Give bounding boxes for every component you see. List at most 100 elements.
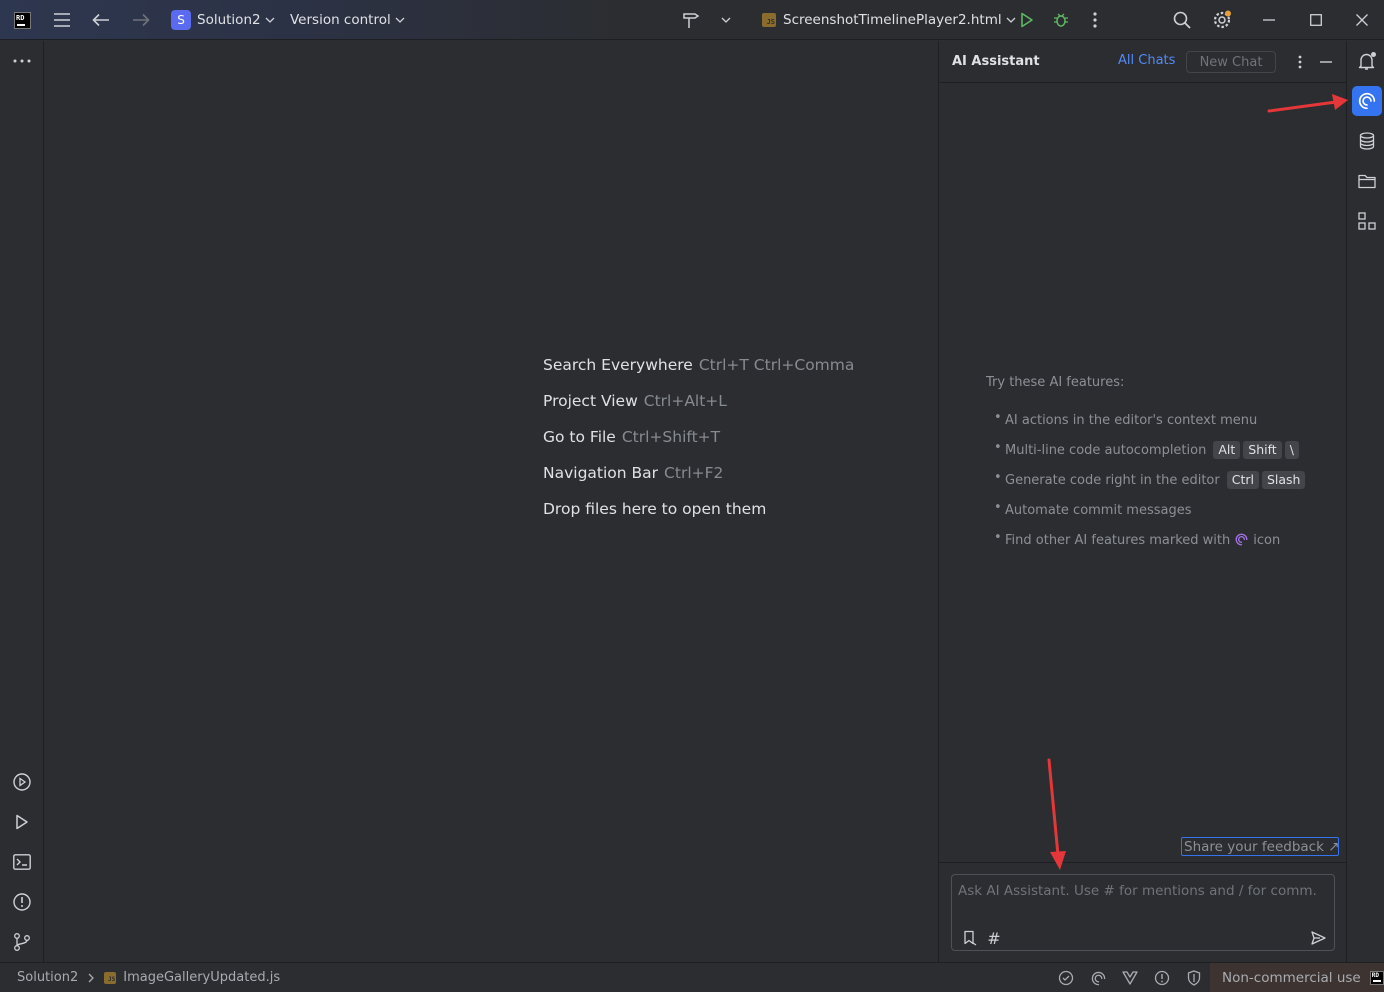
feature-text: Find other AI features marked with	[1005, 532, 1231, 548]
panel-options-icon[interactable]	[1288, 50, 1312, 74]
feature-text: Generate code right in the editor	[1005, 472, 1220, 488]
folder-icon[interactable]	[1352, 166, 1382, 196]
right-tool-strip	[1346, 41, 1384, 962]
js-file-icon: JS	[104, 971, 117, 984]
key-backslash: \	[1284, 441, 1299, 459]
project-selector[interactable]: S Solution2	[171, 0, 275, 40]
feature-text: Automate commit messages	[1005, 502, 1192, 518]
run-tool-icon[interactable]	[8, 808, 36, 836]
logo-text: RD	[16, 13, 25, 22]
services-icon[interactable]	[8, 768, 36, 796]
git-icon[interactable]	[8, 928, 36, 956]
close-window-icon[interactable]	[1339, 0, 1384, 40]
attach-context-icon[interactable]	[960, 928, 980, 948]
hint-navigation-bar: Navigation Bar Ctrl+F2	[543, 464, 723, 482]
more-actions-icon[interactable]	[1081, 6, 1109, 34]
ai-chat-composer: #	[951, 874, 1335, 951]
debug-bug-icon[interactable]	[1047, 6, 1075, 34]
hint-shortcut: Ctrl+T Ctrl+Comma	[698, 356, 855, 374]
title-bar: RD S Solution2 Version control JS Screen…	[0, 0, 1384, 40]
feature-item: Automate commit messages	[986, 495, 1336, 525]
annotation-arrow-down-icon	[1047, 758, 1066, 870]
ai-assistant-spiral-icon[interactable]	[1352, 86, 1382, 116]
chevron-down-icon	[395, 17, 405, 23]
hint-go-to-file: Go to File Ctrl+Shift+T	[543, 428, 720, 446]
feature-text: AI actions in the editor's context menu	[1005, 412, 1258, 428]
maximize-window-icon[interactable]	[1293, 0, 1339, 40]
ai-panel-title: AI Assistant	[952, 54, 1040, 69]
minimize-window-icon[interactable]	[1246, 0, 1292, 40]
ai-status-icon[interactable]	[1089, 969, 1107, 987]
back-arrow-icon[interactable]	[87, 6, 115, 34]
hint-label: Drop files here to open them	[543, 500, 767, 518]
hint-shortcut: Ctrl+Shift+T	[621, 428, 721, 446]
ai-spiral-icon	[1235, 533, 1248, 545]
license-badge[interactable]: Non-commercial use RD	[1210, 963, 1384, 992]
hint-label: Go to File	[543, 428, 616, 446]
hide-panel-icon[interactable]	[1314, 50, 1338, 74]
key-slash: Slash	[1261, 471, 1306, 489]
share-feedback-link[interactable]: Share your feedback ↗	[1181, 837, 1340, 856]
settings-gear-icon[interactable]	[1208, 6, 1236, 34]
more-dots-icon[interactable]	[8, 47, 36, 75]
all-chats-link[interactable]: All Chats	[1118, 53, 1175, 68]
shield-icon[interactable]	[1185, 969, 1203, 987]
ai-prompt-input[interactable]	[958, 881, 1318, 901]
composer-divider	[939, 862, 1347, 863]
license-text: Non-commercial use	[1222, 969, 1361, 986]
ai-panel-header: AI Assistant All Chats New Chat	[939, 41, 1347, 83]
annotation-arrow-right-icon	[1267, 94, 1348, 113]
problems-icon[interactable]	[8, 888, 36, 916]
js-file-icon: JS	[762, 13, 776, 27]
app-logo-icon[interactable]: RD	[14, 0, 31, 40]
warning-circle-icon[interactable]	[1153, 969, 1171, 987]
main-menu-icon[interactable]	[48, 6, 76, 34]
chevron-down-icon	[265, 17, 275, 23]
terminal-icon[interactable]	[8, 848, 36, 876]
ai-assistant-panel: AI Assistant All Chats New Chat Try thes…	[938, 41, 1347, 962]
editor-empty-area[interactable]: Search Everywhere Ctrl+T Ctrl+Comma Proje…	[44, 41, 938, 962]
version-control-menu[interactable]: Version control	[290, 0, 405, 40]
new-chat-button[interactable]: New Chat	[1186, 51, 1276, 73]
structure-icon[interactable]	[1352, 206, 1382, 236]
version-control-label: Version control	[290, 12, 391, 28]
forward-arrow-icon[interactable]	[127, 6, 155, 34]
database-icon[interactable]	[1352, 126, 1382, 156]
project-name: Solution2	[197, 12, 261, 28]
app-logo: RD	[14, 11, 31, 29]
vue-icon[interactable]	[1121, 969, 1139, 987]
key-shift: Shift	[1243, 441, 1282, 459]
status-bar: Solution2 JS ImageGalleryUpdated.js Non-…	[0, 962, 1384, 992]
hammer-build-icon[interactable]	[677, 6, 705, 34]
feature-item: AI actions in the editor's context menu	[986, 405, 1336, 435]
hint-label: Navigation Bar	[543, 464, 659, 482]
hint-label: Project View	[543, 392, 638, 410]
run-configuration-selector[interactable]: JS ScreenshotTimelinePlayer2.html	[762, 0, 1016, 40]
app-logo-small-icon: RD	[1369, 970, 1384, 985]
send-icon[interactable]	[1308, 928, 1328, 948]
breadcrumb-project[interactable]: Solution2	[17, 970, 78, 985]
hint-search-everywhere: Search Everywhere Ctrl+T Ctrl+Comma	[543, 356, 854, 374]
hint-project-view: Project View Ctrl+Alt+L	[543, 392, 727, 410]
hint-label: Search Everywhere	[543, 356, 693, 374]
hint-shortcut: Ctrl+F2	[664, 464, 724, 482]
ai-features-list: Try these AI features: AI actions in the…	[986, 375, 1336, 555]
hint-shortcut: Ctrl+Alt+L	[643, 392, 727, 410]
check-circle-icon[interactable]	[1057, 969, 1075, 987]
chevron-right-icon	[88, 973, 95, 982]
breadcrumb-file[interactable]: ImageGalleryUpdated.js	[123, 970, 280, 985]
key-alt: Alt	[1213, 441, 1241, 459]
breadcrumb: Solution2 JS ImageGalleryUpdated.js	[17, 963, 280, 992]
features-title: Try these AI features:	[986, 375, 1125, 390]
feature-item: Generate code right in the editor Ctrl S…	[986, 465, 1336, 495]
left-tool-strip	[0, 41, 44, 962]
feature-text-suffix: icon	[1253, 532, 1281, 548]
project-avatar: S	[171, 10, 191, 30]
run-icon[interactable]	[1013, 6, 1041, 34]
notifications-bell-icon[interactable]	[1352, 46, 1382, 76]
hint-drop-files: Drop files here to open them	[543, 500, 766, 518]
build-options-chevron-icon[interactable]	[712, 6, 740, 34]
logo-text: RD	[1371, 971, 1379, 979]
search-icon[interactable]	[1168, 6, 1196, 34]
mention-hash-button[interactable]: #	[984, 928, 1004, 948]
